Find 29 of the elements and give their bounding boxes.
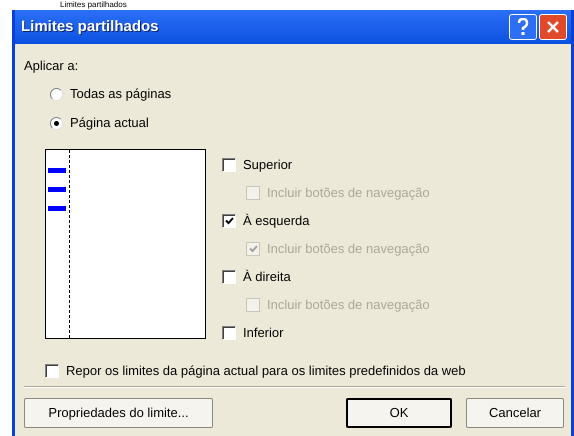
- checkbox-label: Incluir botões de navegação: [267, 184, 430, 202]
- checkbox-label: Superior: [243, 156, 292, 174]
- help-icon: [516, 18, 530, 36]
- dialog-button[interactable]: OK: [346, 398, 452, 428]
- dialog-button[interactable]: Cancelar: [466, 398, 564, 428]
- checkbox[interactable]: [222, 270, 236, 284]
- close-button[interactable]: [539, 14, 567, 40]
- checkmark-icon: [224, 216, 234, 224]
- checkbox[interactable]: [222, 326, 236, 340]
- checkbox[interactable]: [222, 214, 236, 228]
- close-icon: [546, 20, 560, 34]
- checkmark-icon: [248, 244, 258, 252]
- help-button[interactable]: [509, 14, 537, 40]
- page-caption: Limites partilhados: [60, 0, 127, 10]
- checkbox-label: Inferior: [243, 324, 284, 342]
- radio-button[interactable]: [50, 116, 63, 130]
- radio-label: Página actual: [70, 114, 149, 132]
- checkbox[interactable]: [45, 364, 59, 378]
- checkbox-label: Repor os limites da página actual para os limites predefinidos da web: [66, 362, 466, 380]
- dialog-button[interactable]: Propriedades do limite...: [24, 398, 213, 428]
- radio-button[interactable]: [50, 88, 63, 100]
- checkbox[interactable]: [222, 158, 236, 172]
- radio-label: Todas as páginas: [70, 85, 172, 104]
- checkbox-label: À esquerda: [243, 212, 310, 230]
- checkbox-label: Incluir botões de navegação: [267, 240, 430, 258]
- checkbox-label: Incluir botões de navegação: [267, 296, 430, 314]
- apply-label: Aplicar a:: [24, 57, 78, 75]
- checkbox-label: À direita: [243, 268, 291, 286]
- window-title: Limites partilhados: [21, 16, 160, 37]
